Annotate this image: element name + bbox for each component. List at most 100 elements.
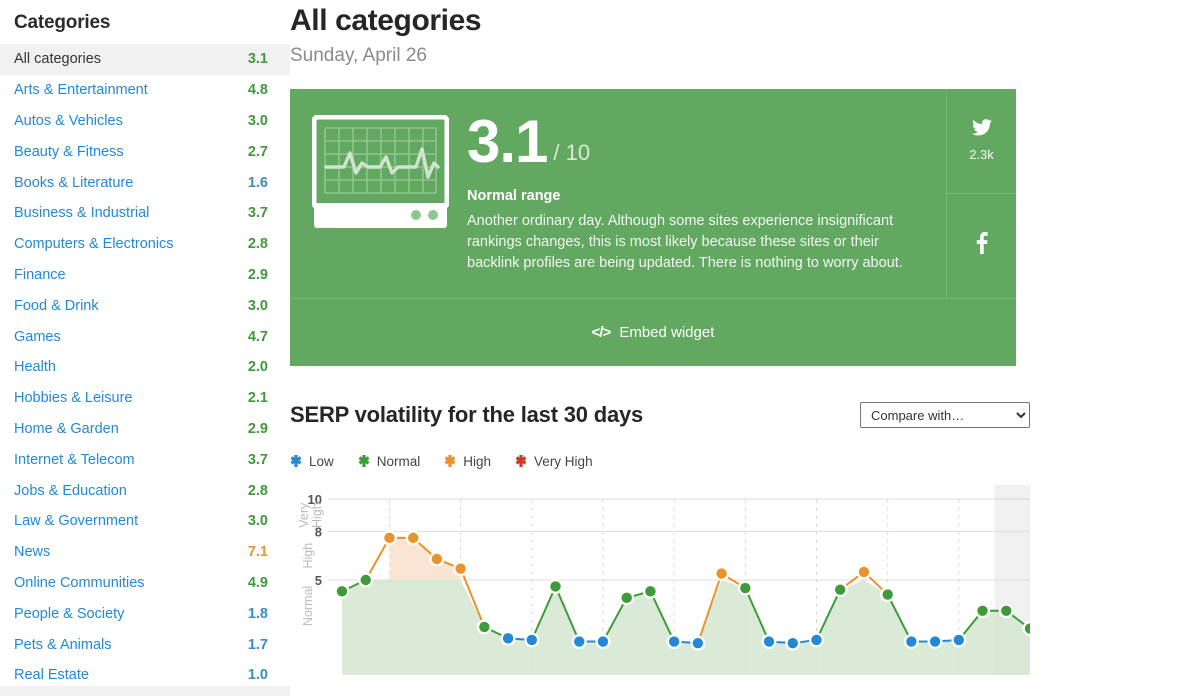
embed-widget-button[interactable]: </> Embed widget (290, 298, 1016, 366)
twitter-share-button[interactable]: 2.3k (947, 89, 1016, 193)
category-score: 2.8 (248, 483, 268, 499)
sidebar-title: Categories (0, 0, 290, 44)
twitter-icon (972, 119, 992, 141)
social-share-column: 2.3k (946, 89, 1016, 298)
page-date: Sunday, April 26 (290, 45, 1124, 67)
category-score: 4.8 (248, 82, 268, 98)
category-item[interactable]: Games4.7 (0, 321, 290, 352)
category-name: Health (14, 359, 56, 375)
category-item[interactable]: People & Society1.8 (0, 598, 290, 629)
category-score: 3.7 (248, 452, 268, 468)
chart-point[interactable] (621, 592, 631, 602)
legend-marker-icon (444, 455, 456, 467)
category-item[interactable]: All categories3.1 (0, 44, 290, 75)
volatility-denominator: / 10 (553, 142, 590, 170)
score-line: 3.1 / 10 (467, 113, 919, 170)
chart-point[interactable] (361, 574, 371, 584)
category-name: Arts & Entertainment (14, 82, 148, 98)
category-name: Finance (14, 267, 66, 283)
category-item[interactable]: Food & Drink3.0 (0, 290, 290, 321)
legend-label: High (463, 454, 491, 469)
chart-point[interactable] (384, 532, 394, 542)
category-item[interactable]: Jobs & Education 2.8 (0, 475, 290, 506)
chart-zone-label: Very (297, 501, 311, 527)
category-score: 2.7 (248, 144, 268, 160)
chart-zone-label: Normal (301, 585, 315, 625)
categories-sidebar: Categories All categories3.1Arts & Enter… (0, 0, 290, 696)
chart-point[interactable] (408, 532, 418, 542)
chart-point[interactable] (1001, 605, 1011, 615)
volatility-chart[interactable]: 1085VeryHighHighNormal (290, 485, 1030, 675)
chart-point[interactable] (882, 589, 892, 599)
chart-ytick-label: 5 (315, 573, 322, 588)
category-item[interactable]: Arts & Entertainment 4.8 (0, 75, 290, 106)
category-score: 7.1 (248, 544, 268, 560)
chart-point[interactable] (550, 581, 560, 591)
category-item[interactable]: Internet & Telecom3.7 (0, 444, 290, 475)
category-name: Jobs & Education (14, 483, 127, 499)
chart-point[interactable] (432, 553, 442, 563)
chart-point[interactable] (835, 584, 845, 594)
chart-point[interactable] (930, 636, 940, 646)
category-score: 3.7 (248, 205, 268, 221)
chart-point[interactable] (455, 563, 465, 573)
legend-label: Low (309, 454, 334, 469)
range-description: Another ordinary day. Although some site… (467, 211, 919, 274)
category-item[interactable]: Autos & Vehicles3.0 (0, 106, 290, 137)
range-label: Normal range (467, 188, 919, 204)
category-name: News (14, 544, 50, 560)
chart-point[interactable] (811, 634, 821, 644)
category-item[interactable]: Beauty & Fitness2.7 (0, 136, 290, 167)
chart-point[interactable] (503, 633, 513, 643)
category-list: All categories3.1 Arts & Entertainment 4.8… (0, 44, 290, 691)
category-item[interactable]: Home & Garden2.9 (0, 414, 290, 445)
category-item[interactable]: Law & Government3.0 (0, 506, 290, 537)
category-name: Autos & Vehicles (14, 113, 123, 129)
legend-item[interactable]: Very High (515, 454, 593, 469)
chart-point[interactable] (574, 636, 584, 646)
chart-area-normal (342, 580, 1030, 675)
chart-point[interactable] (527, 634, 537, 644)
chart-point[interactable] (479, 621, 489, 631)
chart-point[interactable] (954, 634, 964, 644)
legend-item[interactable]: Low (290, 454, 334, 469)
chart-svg: 1085VeryHighHighNormal (290, 485, 1030, 675)
chart-point[interactable] (788, 638, 798, 648)
category-score: 3.1 (248, 51, 268, 67)
banner-body: 3.1 / 10 Normal range Another ordinary d… (449, 111, 919, 274)
category-item[interactable]: Books & Literature 1.6 (0, 167, 290, 198)
category-score: 1.6 (248, 175, 268, 191)
category-name: Food & Drink (14, 298, 99, 314)
category-item[interactable]: Business & Industrial3.7 (0, 198, 290, 229)
category-name: Online Communities (14, 575, 145, 591)
chart-point[interactable] (716, 568, 726, 578)
legend-item[interactable]: High (444, 454, 491, 469)
category-item[interactable]: Hobbies & Leisure2.1 (0, 383, 290, 414)
legend-marker-icon (290, 455, 302, 467)
category-name: Books & Literature (14, 175, 133, 191)
category-item[interactable]: News 7.1 (0, 537, 290, 568)
chart-point[interactable] (859, 566, 869, 576)
chart-point[interactable] (337, 586, 347, 596)
legend-item[interactable]: Normal (358, 454, 421, 469)
category-name: Home & Garden (14, 421, 119, 437)
chart-point[interactable] (977, 605, 987, 615)
legend-label: Normal (377, 454, 421, 469)
chart-point[interactable] (645, 586, 655, 596)
chart-point[interactable] (598, 636, 608, 646)
category-item[interactable]: Online Communities4.9 (0, 568, 290, 599)
category-item[interactable]: Finance2.9 (0, 260, 290, 291)
chart-point[interactable] (764, 636, 774, 646)
category-item[interactable]: Computers & Electronics2.8 (0, 229, 290, 260)
chart-zone-label: High (310, 502, 324, 528)
chart-point[interactable] (669, 636, 679, 646)
category-item[interactable]: Pets & Animals1.7 (0, 629, 290, 660)
chart-point[interactable] (906, 636, 916, 646)
legend-marker-icon (358, 455, 370, 467)
chart-point[interactable] (693, 638, 703, 648)
category-score: 1.7 (248, 637, 268, 653)
chart-point[interactable] (740, 582, 750, 592)
compare-with-select[interactable]: Compare with… (860, 402, 1030, 428)
category-item[interactable]: Health2.0 (0, 352, 290, 383)
facebook-share-button[interactable] (947, 193, 1016, 298)
